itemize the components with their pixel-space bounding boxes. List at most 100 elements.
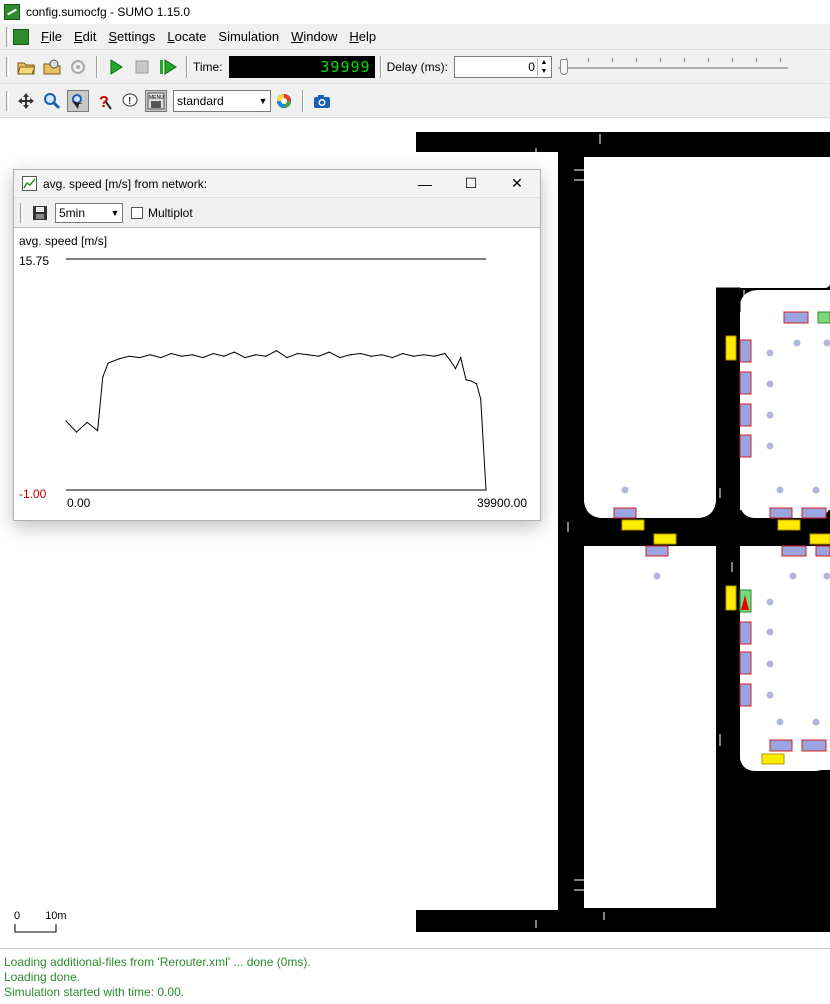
menubar-grip — [6, 26, 9, 47]
chevron-down-icon: ▼ — [258, 95, 268, 106]
question-icon: ? — [99, 94, 112, 110]
plot-area: avg. speed [m/s] 15.75 -1.00 0.00 39900.… — [14, 228, 540, 520]
slider-thumb[interactable] — [559, 58, 568, 75]
data-point — [423, 354, 425, 356]
toolbar-grip — [6, 90, 9, 111]
chevron-down-icon: ▼ — [110, 207, 120, 218]
data-point — [191, 354, 193, 356]
data-point — [170, 352, 172, 355]
recenter-button[interactable] — [15, 90, 37, 112]
data-point — [480, 398, 482, 400]
step-icon — [160, 58, 177, 75]
data-point — [485, 489, 487, 491]
data-point — [233, 351, 236, 353]
menu-window[interactable]: Window — [285, 29, 343, 44]
window-titlebar: config.sumocfg - SUMO 1.15.0 — [0, 0, 830, 24]
menu-edit[interactable]: Edit — [68, 29, 102, 44]
log-line: Loading additional-files from 'Rerouter.… — [4, 955, 311, 969]
zoom-button[interactable] — [41, 90, 63, 112]
delay-label: Delay (ms): — [386, 59, 448, 74]
time-label: Time: — [193, 59, 223, 74]
open-config-button[interactable] — [15, 56, 37, 78]
speech-bubble-icon: ! — [122, 93, 138, 107]
menu-button[interactable]: MENU — [145, 89, 167, 112]
slider-tick — [683, 57, 685, 62]
scale-zero: 0 — [14, 910, 21, 922]
data-point — [65, 420, 67, 422]
svg-text:MENU: MENU — [149, 95, 164, 101]
slider-tick — [587, 57, 589, 62]
data-point — [275, 350, 278, 352]
data-point — [391, 357, 393, 359]
data-point — [96, 430, 99, 432]
tooltip-button[interactable]: ! — [119, 90, 141, 112]
step-button[interactable] — [157, 56, 179, 78]
view-toolbar: ? ! MENU standard ▼ — [0, 84, 830, 118]
slider-tick — [779, 57, 781, 62]
interval-select[interactable]: 5min ▼ — [55, 202, 123, 223]
magnifier-icon — [44, 92, 61, 109]
save-button[interactable] — [29, 202, 51, 224]
log-line: Simulation started with time: 0.00. — [4, 985, 185, 999]
data-point — [454, 368, 457, 370]
series-line — [65, 350, 487, 491]
delay-input[interactable]: 0 ▲ ▼ — [453, 55, 552, 78]
help-button[interactable]: ? — [93, 90, 115, 112]
color-scheme-select[interactable]: standard ▼ — [173, 89, 271, 112]
maximize-icon: ☐ — [464, 175, 478, 191]
maximize-button[interactable]: ☐ — [448, 170, 494, 198]
close-button[interactable]: ✕ — [494, 170, 540, 198]
multiplot-label: Multiplot — [148, 205, 193, 220]
data-point — [265, 355, 267, 357]
screenshot-button[interactable] — [311, 90, 333, 112]
svg-text:?: ? — [99, 94, 109, 110]
edit-colors-button[interactable] — [273, 90, 295, 112]
data-point — [75, 431, 78, 433]
move-arrows-icon — [18, 92, 34, 109]
scale-label: 10m — [45, 910, 67, 922]
plot-window-titlebar[interactable]: avg. speed [m/s] from network: — ☐ ✕ — [14, 170, 540, 198]
toolbar-grip — [6, 56, 9, 77]
open-folder-icon — [17, 62, 35, 74]
data-point — [370, 355, 372, 357]
plot-window[interactable]: avg. speed [m/s] from network: — ☐ ✕ 5mi… — [13, 169, 541, 521]
minimize-button[interactable]: — — [402, 170, 448, 198]
menu-file[interactable]: File — [35, 29, 68, 44]
delay-spinner[interactable]: ▲ ▼ — [536, 57, 550, 76]
data-point — [244, 357, 246, 359]
toolbar-separator — [379, 55, 382, 78]
select-mode-button[interactable] — [67, 89, 89, 112]
log-line: Loading done. — [4, 970, 81, 984]
data-point — [449, 359, 451, 361]
sumo-icon — [4, 4, 20, 20]
delay-value: 0 — [528, 59, 535, 74]
slider-tick — [755, 57, 757, 62]
open-network-icon — [43, 59, 61, 74]
plot-window-title: avg. speed [m/s] from network: — [43, 176, 208, 191]
run-button[interactable] — [105, 56, 127, 78]
data-point — [102, 376, 104, 378]
menu-simulation[interactable]: Simulation — [212, 29, 285, 44]
multiplot-toggle[interactable]: Multiplot — [131, 206, 193, 220]
floppy-disk-icon — [33, 205, 47, 220]
message-log: Loading additional-files from 'Rerouter.… — [0, 948, 830, 1004]
scale-bar: 0 10m — [14, 910, 67, 933]
open-network-button[interactable] — [41, 56, 63, 78]
data-point — [381, 354, 383, 356]
data-point — [475, 383, 478, 385]
color-scheme-value: standard — [177, 93, 224, 108]
delay-slider[interactable] — [557, 56, 788, 78]
data-point — [254, 354, 257, 356]
slider-track — [557, 66, 788, 69]
multiplot-checkbox[interactable] — [131, 206, 143, 219]
toolbar-separator — [302, 89, 304, 112]
data-point — [470, 380, 472, 382]
menu-locate[interactable]: Locate — [161, 29, 212, 44]
reload-button[interactable] — [67, 56, 89, 78]
menu-help[interactable]: Help — [343, 29, 382, 44]
stop-button[interactable] — [131, 56, 153, 78]
menu-settings[interactable]: Settings — [102, 29, 161, 44]
color-wheel-icon — [277, 93, 291, 108]
data-point — [318, 355, 320, 357]
sumo-menu-icon[interactable] — [13, 28, 29, 45]
